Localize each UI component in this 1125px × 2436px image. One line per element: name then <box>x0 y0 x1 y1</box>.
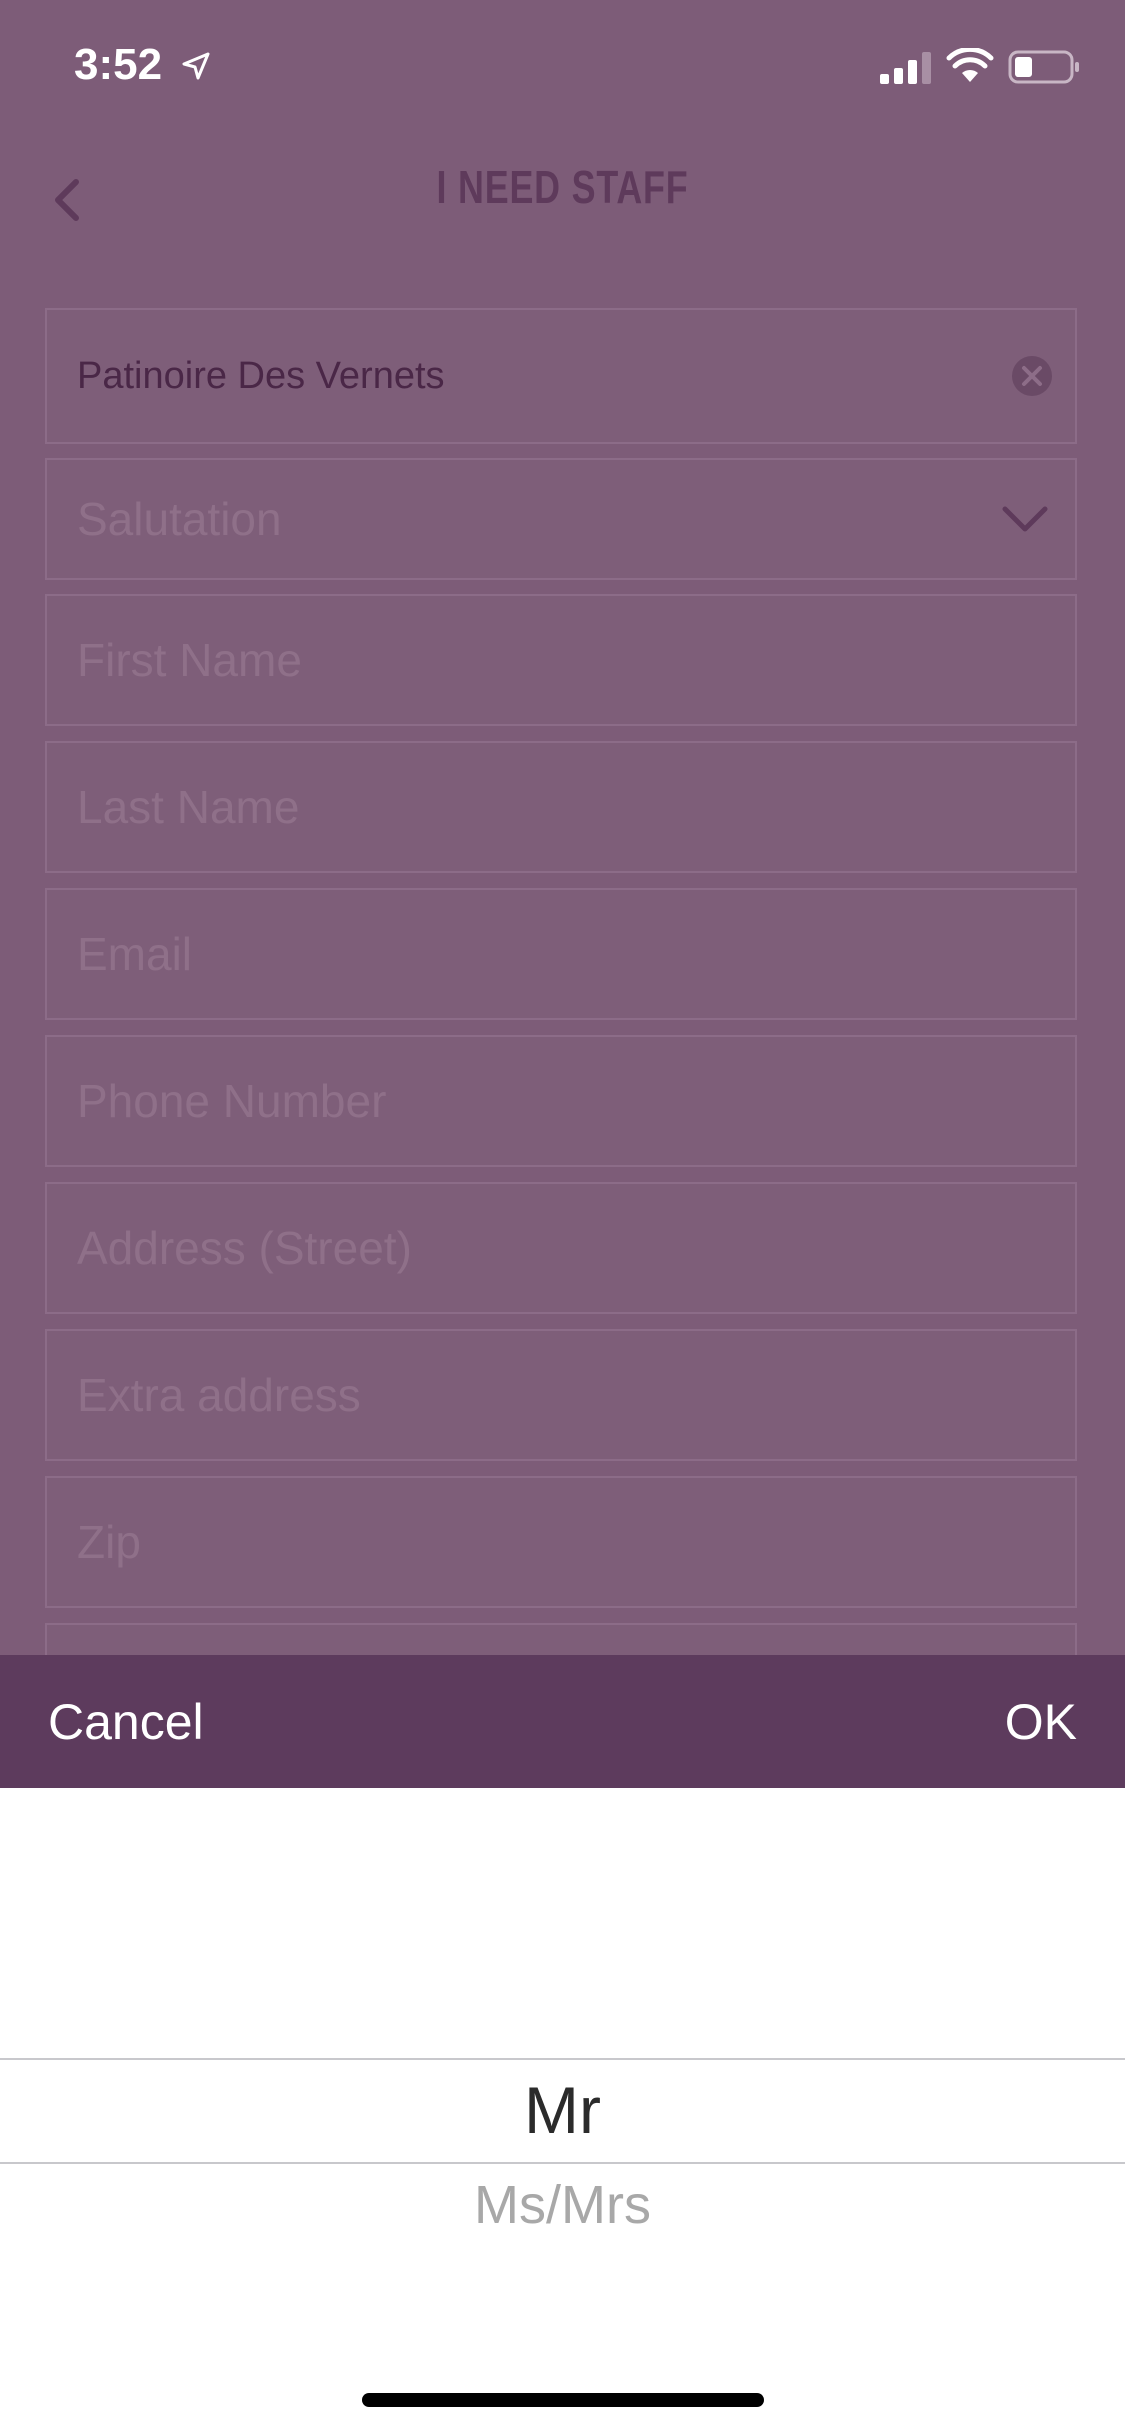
picker-option-selected[interactable]: Mr <box>0 2058 1125 2162</box>
salutation-select[interactable]: Salutation <box>45 458 1077 580</box>
address-placeholder: Address (Street) <box>77 1222 412 1274</box>
clear-icon[interactable] <box>1011 355 1053 397</box>
picker-toolbar: Cancel OK <box>0 1655 1125 1788</box>
cancel-button[interactable]: Cancel <box>48 1693 204 1751</box>
location-arrow-icon <box>182 52 210 80</box>
status-bar: 3:52 <box>0 0 1125 140</box>
chevron-down-icon <box>1002 506 1048 532</box>
ok-button[interactable]: OK <box>1005 1693 1077 1751</box>
home-indicator <box>362 2393 764 2407</box>
address-field[interactable]: Address (Street) <box>45 1182 1077 1314</box>
extra-address-field[interactable]: Extra address <box>45 1329 1077 1461</box>
venue-field[interactable]: Patinoire Des Vernets <box>45 308 1077 444</box>
salutation-placeholder: Salutation <box>77 493 282 545</box>
email-placeholder: Email <box>77 928 193 980</box>
zip-field[interactable]: Zip <box>45 1476 1077 1608</box>
selection-line-bottom <box>0 2162 1125 2164</box>
extra-address-placeholder: Extra address <box>77 1369 361 1421</box>
signal-icon <box>880 52 931 84</box>
first-name-placeholder: First Name <box>77 634 302 686</box>
last-name-placeholder: Last Name <box>77 781 300 833</box>
status-time: 3:52 <box>74 40 163 89</box>
picker-option[interactable]: Ms/Mrs <box>0 2170 1125 2240</box>
email-field[interactable]: Email <box>45 888 1077 1020</box>
wifi-icon <box>946 48 994 82</box>
first-name-field[interactable]: First Name <box>45 594 1077 726</box>
back-chevron-icon[interactable] <box>40 170 100 230</box>
phone-placeholder: Phone Number <box>77 1075 387 1127</box>
battery-icon <box>1008 50 1079 84</box>
phone-field[interactable]: Phone Number <box>45 1035 1077 1167</box>
zip-placeholder: Zip <box>77 1516 141 1568</box>
page-title: I NEED STAFF <box>436 161 689 213</box>
venue-field-value: Patinoire Des Vernets <box>77 354 445 397</box>
last-name-field[interactable]: Last Name <box>45 741 1077 873</box>
